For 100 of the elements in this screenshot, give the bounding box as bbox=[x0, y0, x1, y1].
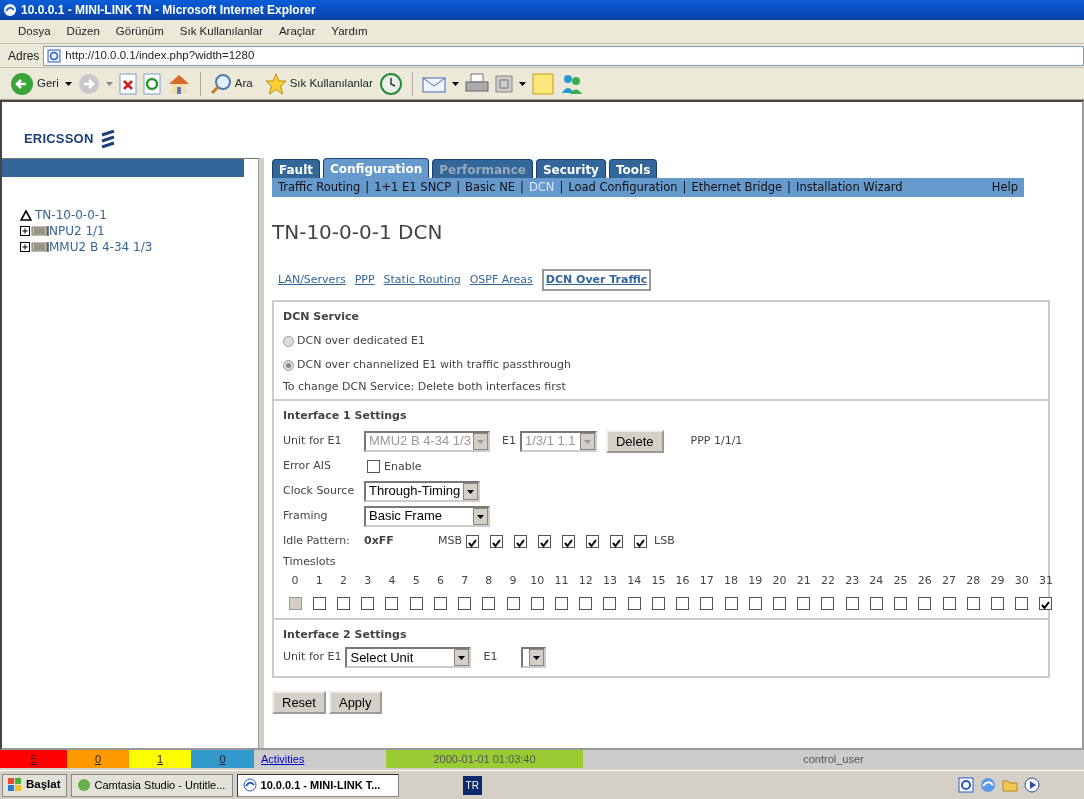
menu-item[interactable]: Sık Kullanılanlar bbox=[171, 22, 271, 41]
expand-icon[interactable] bbox=[20, 225, 31, 237]
checkbox[interactable] bbox=[367, 459, 380, 473]
alarm-count[interactable]: 0 bbox=[67, 750, 129, 768]
checkbox[interactable] bbox=[918, 596, 932, 610]
checkbox[interactable] bbox=[482, 596, 496, 610]
tree-item[interactable]: NPU2 1/1 bbox=[49, 223, 105, 239]
subtab-link[interactable]: DCN Over Traffic bbox=[541, 268, 652, 292]
checkbox[interactable] bbox=[700, 596, 714, 610]
search-button[interactable]: Ara bbox=[209, 72, 253, 95]
checkbox[interactable] bbox=[634, 534, 648, 548]
activities-link[interactable]: Activities bbox=[261, 750, 316, 768]
subnav-link[interactable]: Basic NE bbox=[465, 178, 516, 197]
checkbox[interactable] bbox=[869, 596, 883, 610]
unit-dropdown[interactable]: Select Unit bbox=[345, 647, 472, 668]
menu-item[interactable]: Görünüm bbox=[107, 22, 172, 41]
checkbox[interactable] bbox=[538, 534, 552, 548]
back-button[interactable]: Geri bbox=[10, 71, 59, 96]
caret-icon[interactable] bbox=[518, 81, 526, 86]
checkbox[interactable] bbox=[603, 596, 617, 610]
help-link[interactable]: Help bbox=[991, 178, 1018, 197]
address-label: Adres bbox=[8, 47, 40, 65]
checkbox[interactable] bbox=[845, 596, 859, 610]
subtab-link[interactable]: LAN/Servers bbox=[278, 271, 346, 289]
subnav-link[interactable]: Load Configuration bbox=[568, 178, 678, 197]
history-icon[interactable] bbox=[378, 71, 403, 96]
checkbox[interactable] bbox=[610, 534, 624, 548]
expand-icon[interactable] bbox=[20, 241, 31, 253]
checkbox[interactable] bbox=[490, 534, 504, 548]
checkbox[interactable] bbox=[579, 596, 593, 610]
checkbox[interactable] bbox=[894, 596, 908, 610]
alarm-count[interactable]: 5 bbox=[0, 750, 67, 768]
alarm-count[interactable]: 0 bbox=[191, 750, 254, 768]
play-icon[interactable] bbox=[1024, 777, 1040, 793]
checkbox[interactable] bbox=[433, 596, 447, 610]
alarm-count[interactable]: 1 bbox=[129, 750, 191, 768]
window-icon[interactable] bbox=[958, 777, 974, 793]
checkbox[interactable] bbox=[966, 596, 980, 610]
checkbox[interactable] bbox=[1039, 596, 1053, 610]
subnav-link[interactable]: Ethernet Bridge bbox=[691, 178, 783, 197]
taskbar-button[interactable]: Camtasia Studio - Untitle... bbox=[70, 773, 233, 797]
start-button[interactable]: Başlat bbox=[2, 773, 67, 797]
subtab-link[interactable]: OSPF Areas bbox=[469, 271, 533, 289]
subnav-link[interactable]: Installation Wizard bbox=[796, 178, 903, 197]
menu-item[interactable]: Araçlar bbox=[270, 22, 324, 41]
checkbox[interactable] bbox=[821, 596, 835, 610]
e1-dropdown[interactable] bbox=[521, 647, 547, 668]
printer-icon[interactable] bbox=[464, 72, 489, 95]
framing-dropdown[interactable]: Basic Frame bbox=[364, 505, 490, 527]
refresh-icon[interactable] bbox=[142, 72, 161, 95]
form-button[interactable]: Apply bbox=[328, 691, 382, 714]
checkbox[interactable] bbox=[797, 596, 811, 610]
delete-button[interactable]: Delete bbox=[605, 429, 664, 453]
subtab-link[interactable]: PPP bbox=[354, 271, 375, 289]
caret-icon[interactable] bbox=[64, 81, 72, 86]
checkbox[interactable] bbox=[990, 596, 1004, 610]
tree-item[interactable]: MMU2 B 4-34 1/3 bbox=[49, 239, 153, 255]
menu-item[interactable]: Yardım bbox=[323, 22, 376, 41]
checkbox[interactable] bbox=[466, 534, 480, 548]
checkbox[interactable] bbox=[555, 596, 568, 610]
subnav-link[interactable]: 1+1 E1 SNCP bbox=[374, 178, 452, 197]
checkbox[interactable] bbox=[651, 596, 665, 610]
caret-icon[interactable] bbox=[451, 81, 459, 86]
form-button[interactable]: Reset bbox=[272, 691, 326, 714]
checkbox[interactable] bbox=[506, 596, 520, 610]
subtab-link[interactable]: Static Routing bbox=[383, 271, 461, 289]
checkbox[interactable] bbox=[312, 596, 326, 610]
checkbox[interactable] bbox=[361, 596, 375, 610]
separator: | bbox=[787, 178, 791, 196]
tree-item[interactable]: TN-10-0-0-1 bbox=[35, 207, 107, 223]
checkbox[interactable] bbox=[409, 596, 423, 610]
checkbox[interactable] bbox=[514, 534, 528, 548]
clock-source-dropdown[interactable]: Through-Timing bbox=[364, 480, 480, 502]
checkbox[interactable] bbox=[562, 534, 576, 548]
checkbox[interactable] bbox=[773, 596, 786, 610]
checkbox[interactable] bbox=[1015, 596, 1029, 610]
browser-icon[interactable] bbox=[980, 777, 996, 793]
checkbox-label: Enable bbox=[384, 459, 422, 476]
tab[interactable]: Security bbox=[535, 159, 606, 178]
checkbox[interactable] bbox=[676, 596, 690, 610]
checkbox[interactable] bbox=[530, 596, 544, 610]
checkbox[interactable] bbox=[586, 534, 600, 548]
tab[interactable]: Tools bbox=[608, 159, 658, 178]
menu-item[interactable]: Dosya bbox=[10, 22, 59, 41]
checkbox[interactable] bbox=[748, 596, 762, 610]
taskbar-button[interactable]: 10.0.0.1 - MINI-LINK T... bbox=[236, 773, 399, 797]
checkbox[interactable] bbox=[627, 596, 641, 610]
language-indicator[interactable]: TR bbox=[462, 775, 482, 795]
checkbox[interactable] bbox=[724, 596, 738, 610]
stop-icon[interactable] bbox=[118, 72, 137, 95]
menu-item[interactable]: Düzen bbox=[58, 22, 108, 41]
checkbox[interactable] bbox=[385, 596, 399, 610]
favorites-button[interactable]: Sık Kullanılanlar bbox=[264, 72, 373, 95]
tab[interactable]: Fault bbox=[272, 159, 320, 178]
address-field[interactable]: http://10.0.0.1/index.php?width=1280 bbox=[43, 45, 1084, 66]
checkbox[interactable] bbox=[942, 596, 956, 610]
people-icon[interactable] bbox=[559, 72, 584, 95]
checkbox[interactable] bbox=[337, 596, 351, 610]
checkbox[interactable] bbox=[458, 596, 472, 610]
subnav-link[interactable]: Traffic Routing bbox=[278, 178, 361, 197]
